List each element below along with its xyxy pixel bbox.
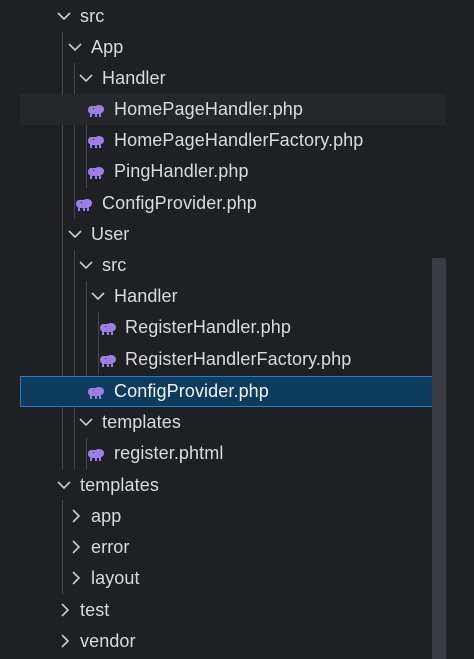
tree-item-registerhandler-php[interactable]: RegisterHandler.php xyxy=(20,312,446,343)
tree-item-label: User xyxy=(91,224,130,244)
chevron-right-icon[interactable] xyxy=(57,602,73,618)
chevron-right-icon[interactable] xyxy=(57,633,73,649)
tree-item-templates-layout[interactable]: layout xyxy=(20,563,446,594)
tree-item-label: layout xyxy=(91,568,140,588)
tree-item-label: templates xyxy=(80,475,159,495)
tree-item-user-handler[interactable]: Handler xyxy=(20,281,446,312)
tree-item-user-templates[interactable]: templates xyxy=(20,407,446,438)
tree-item-homepagehandler-php[interactable]: HomePageHandler.php xyxy=(20,94,446,125)
scrollbar-thumb[interactable] xyxy=(432,258,446,659)
php-elephant-icon xyxy=(75,196,93,211)
tree-item-templates[interactable]: templates xyxy=(20,470,446,501)
tree-item-src[interactable]: src xyxy=(20,1,446,32)
chevron-down-icon[interactable] xyxy=(56,8,72,24)
tree-item-label: app xyxy=(91,506,122,526)
tree-item-label: ConfigProvider.php xyxy=(114,381,269,401)
tree-item-templates-app[interactable]: app xyxy=(20,501,446,532)
tree-item-label: RegisterHandlerFactory.php xyxy=(125,349,352,369)
chevron-down-icon[interactable] xyxy=(78,257,94,273)
php-elephant-icon xyxy=(99,320,117,335)
chevron-down-icon[interactable] xyxy=(78,414,94,430)
chevron-down-icon[interactable] xyxy=(67,39,83,55)
file-explorer: src App Handler HomePageHandler.php Home… xyxy=(0,0,474,659)
tree-item-test[interactable]: test xyxy=(20,595,446,626)
tree-item-register-phtml[interactable]: register.phtml xyxy=(20,438,446,469)
tree-item-label: register.phtml xyxy=(114,443,224,463)
php-elephant-icon xyxy=(99,352,117,367)
tree-item-user-configprovider-php[interactable]: ConfigProvider.php xyxy=(20,376,446,407)
chevron-right-icon[interactable] xyxy=(68,570,84,586)
php-elephant-icon xyxy=(87,164,105,179)
tree-item-label: HomePageHandler.php xyxy=(114,99,304,119)
tree-item-label: error xyxy=(91,537,130,557)
tree-item-label: test xyxy=(80,600,110,620)
chevron-right-icon[interactable] xyxy=(68,539,84,555)
tree-item-label: Handler xyxy=(102,68,166,88)
chevron-down-icon[interactable] xyxy=(67,226,83,242)
chevron-down-icon[interactable] xyxy=(90,288,106,304)
chevron-right-icon[interactable] xyxy=(68,508,84,524)
tree-item-label: src xyxy=(80,6,105,26)
php-elephant-icon xyxy=(87,102,105,117)
tree-item-label: vendor xyxy=(80,631,136,651)
php-elephant-icon xyxy=(87,133,105,148)
tree-item-homepagehandlerfactory-php[interactable]: HomePageHandlerFactory.php xyxy=(20,125,446,156)
tree-item-label: PingHandler.php xyxy=(114,161,249,181)
tree-item-user-src[interactable]: src xyxy=(20,250,446,281)
tree-item-label: templates xyxy=(102,412,181,432)
chevron-down-icon[interactable] xyxy=(78,70,94,86)
tree-item-configprovider-php[interactable]: ConfigProvider.php xyxy=(20,188,446,219)
tree-item-label: src xyxy=(102,255,127,275)
tree-item-label: ConfigProvider.php xyxy=(102,193,257,213)
tree-item-registerhandlerfactory-php[interactable]: RegisterHandlerFactory.php xyxy=(20,344,446,375)
tree-item-handler[interactable]: Handler xyxy=(20,63,446,94)
tree-item-user[interactable]: User xyxy=(20,219,446,250)
tree-item-label: Handler xyxy=(114,286,178,306)
php-elephant-icon xyxy=(87,446,105,461)
tree-item-templates-error[interactable]: error xyxy=(20,532,446,563)
tree-item-app[interactable]: App xyxy=(20,32,446,63)
chevron-down-icon[interactable] xyxy=(56,477,72,493)
php-elephant-icon xyxy=(87,384,105,399)
tree-item-pinghandler-php[interactable]: PingHandler.php xyxy=(20,156,446,187)
tree-item-vendor[interactable]: vendor xyxy=(20,626,446,657)
tree-item-label: HomePageHandlerFactory.php xyxy=(114,130,364,150)
tree-item-label: App xyxy=(91,37,124,57)
tree-item-label: RegisterHandler.php xyxy=(125,317,292,337)
